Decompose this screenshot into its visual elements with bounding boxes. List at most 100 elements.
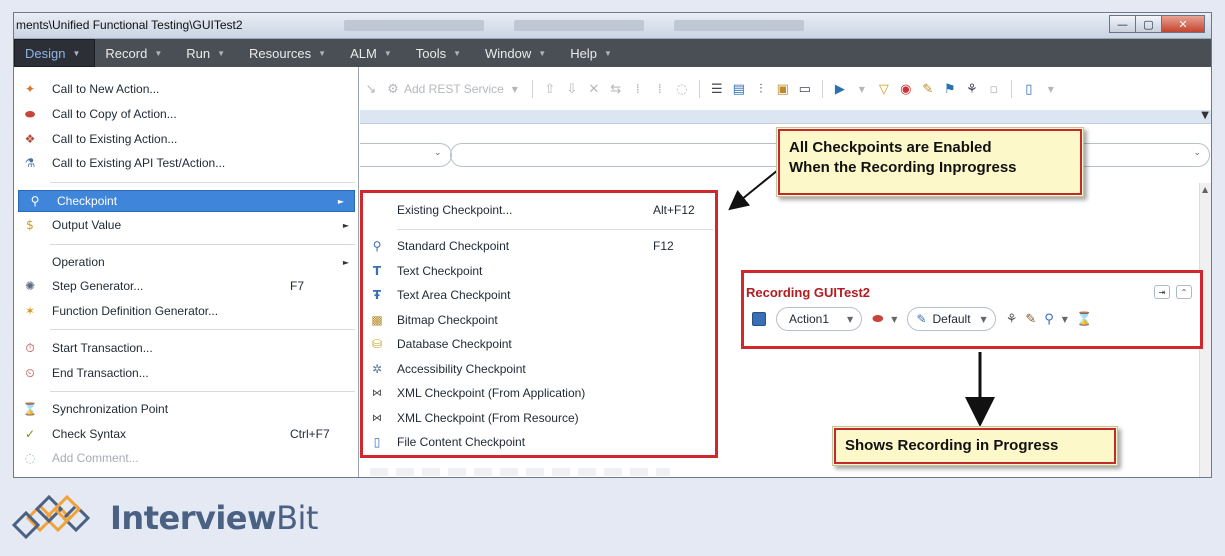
add-rest-service-button[interactable]: Add REST Service xyxy=(404,82,504,96)
logo-light-part: Bit xyxy=(276,499,318,537)
menu-operation[interactable]: Operation ► xyxy=(14,251,359,273)
menu-xml-checkpoint-application[interactable]: ⋈ XML Checkpoint (From Application) xyxy=(363,382,715,404)
menu-text-area-checkpoint[interactable]: Ŧ Text Area Checkpoint xyxy=(363,284,715,306)
menu-call-existing-action[interactable]: ❖ Call to Existing Action... xyxy=(14,128,359,150)
record-icon[interactable]: ◉ xyxy=(898,81,914,97)
menu-item-label: Database Checkpoint xyxy=(397,337,512,351)
menu-item-label: Output Value xyxy=(52,218,122,232)
chevron-down-icon: ▼ xyxy=(538,48,547,58)
menu-text-checkpoint[interactable]: T Text Checkpoint xyxy=(363,260,715,282)
web-service-icon[interactable]: ↘ xyxy=(363,81,379,97)
recording-mode-selector[interactable]: ✎ Default ▼ xyxy=(907,307,996,331)
settings-icon[interactable]: ⚑ xyxy=(942,81,958,97)
window-title: ments\Unified Functional Testing\GUITest… xyxy=(16,18,243,32)
menu-database-checkpoint[interactable]: ⛁ Database Checkpoint xyxy=(363,333,715,355)
menu-end-transaction[interactable]: ⏲ End Transaction... xyxy=(14,362,359,384)
menu-function-definition-generator[interactable]: ✶ Function Definition Generator... xyxy=(14,300,359,322)
table-icon[interactable]: ▤ xyxy=(731,81,747,97)
menu-accessibility-checkpoint[interactable]: ✲ Accessibility Checkpoint xyxy=(363,358,715,380)
function-generator-icon: ✶ xyxy=(24,304,36,318)
properties-icon[interactable]: ⫶ xyxy=(753,81,769,97)
menu-start-transaction[interactable]: ⏱ Start Transaction... xyxy=(14,337,359,359)
menu-item-label: Standard Checkpoint xyxy=(397,239,510,253)
checklist-icon[interactable]: ✎ xyxy=(920,81,936,97)
end-transaction-icon: ⏲ xyxy=(25,365,35,380)
delete-icon[interactable]: ✕ xyxy=(586,81,602,97)
action-selector[interactable]: Action1 ▼ xyxy=(776,307,863,331)
collapse-icon[interactable]: ⌃ xyxy=(1176,285,1192,299)
menu-checkpoint[interactable]: ⚲ Checkpoint ► xyxy=(18,190,355,212)
menu-bitmap-checkpoint[interactable]: ▩ Bitmap Checkpoint xyxy=(363,309,715,331)
menu-item-label: Add Comment... xyxy=(52,451,139,465)
stop-recording-button[interactable] xyxy=(752,312,766,326)
shortcut-label: Alt+F12 xyxy=(653,203,695,217)
checklist-icon[interactable]: ✎ xyxy=(1025,312,1036,327)
scroll-up-icon[interactable]: ▲ xyxy=(1202,185,1208,194)
menu-check-syntax[interactable]: ✓ Check Syntax Ctrl+F7 xyxy=(14,423,359,445)
menu-help[interactable]: Help ▼ xyxy=(560,39,626,67)
blank-icon[interactable]: ▫ xyxy=(986,81,1002,97)
menu-label: Help xyxy=(570,45,597,61)
object-combo[interactable]: ⌄ xyxy=(360,143,452,167)
menu-item-label: Checkpoint xyxy=(57,194,118,208)
menu-bar: Design ▼ Record ▼ Run ▼ Resources ▼ ALM ▼ Too… xyxy=(14,39,1211,67)
menu-window[interactable]: Window ▼ xyxy=(475,39,560,67)
sync-point-icon: ⌛ xyxy=(22,402,38,416)
menu-design[interactable]: Design ▼ xyxy=(14,39,96,67)
menu-call-new-action[interactable]: ✦ Call to New Action... xyxy=(14,78,359,100)
menu-alm[interactable]: ALM ▼ xyxy=(340,39,406,67)
dropdown-icon[interactable]: ▼ xyxy=(1201,110,1209,121)
menu-output-value[interactable]: $ Output Value ► xyxy=(14,214,359,236)
move-icon[interactable]: ⇆ xyxy=(608,81,624,97)
maximize-button[interactable]: ▢ xyxy=(1135,15,1161,33)
xml-resource-checkpoint-icon: ⋈ xyxy=(372,412,382,424)
menu-step-generator[interactable]: ✺ Step Generator... F7 xyxy=(14,275,359,297)
menu-file-content-checkpoint[interactable]: ▯ File Content Checkpoint xyxy=(363,431,715,453)
database-checkpoint-icon: ⛁ xyxy=(371,337,383,351)
menu-run[interactable]: Run ▼ xyxy=(176,39,239,67)
sync-point-icon[interactable]: ⌛ xyxy=(1076,312,1092,327)
menu-xml-checkpoint-resource[interactable]: ⋈ XML Checkpoint (From Resource) xyxy=(363,407,715,429)
submenu-arrow-icon: ► xyxy=(342,257,349,267)
menu-record[interactable]: Record ▼ xyxy=(95,39,176,67)
breakpoint-icon[interactable]: ▽ xyxy=(876,81,892,97)
object-repository-icon[interactable]: ▣ xyxy=(775,81,791,97)
operation-blank-icon xyxy=(22,254,38,270)
api-test-icon: ⚗ xyxy=(24,156,36,170)
menu-call-existing-api[interactable]: ⚗ Call to Existing API Test/Action... xyxy=(14,152,359,174)
down-icon[interactable]: ⇩ xyxy=(564,81,580,97)
checkpoint-icon[interactable]: ⚲ xyxy=(1044,312,1054,327)
menu-call-copy-action[interactable]: ⬬ Call to Copy of Action... xyxy=(14,103,359,125)
document-icon[interactable]: ▯ xyxy=(1021,81,1037,97)
menu-resources[interactable]: Resources ▼ xyxy=(239,39,340,67)
tree-icon[interactable]: ⚘ xyxy=(964,81,980,97)
text-checkpoint-icon: T xyxy=(372,264,382,278)
up-icon[interactable]: ⇧ xyxy=(542,81,558,97)
minimize-button[interactable]: — xyxy=(1109,15,1135,33)
menu-standard-checkpoint[interactable]: ⚲ Standard Checkpoint F12 xyxy=(363,235,715,257)
bitmap-checkpoint-icon: ▩ xyxy=(371,313,383,327)
title-bar: ments\Unified Functional Testing\GUITest… xyxy=(14,13,1211,39)
close-button[interactable]: ✕ xyxy=(1161,15,1205,33)
grid-icon[interactable]: ⁞ xyxy=(630,81,646,97)
submenu-arrow-icon: ► xyxy=(342,220,349,230)
menu-tools[interactable]: Tools ▼ xyxy=(406,39,475,67)
menu-label: Run xyxy=(186,45,211,61)
menu-synchronization-point[interactable]: ⌛ Synchronization Point xyxy=(14,398,359,420)
pin-icon[interactable]: ⇥ xyxy=(1154,285,1170,299)
menu-existing-checkpoint[interactable]: Existing Checkpoint... Alt+F12 xyxy=(363,199,715,221)
menu-separator xyxy=(50,182,355,183)
shortcut-label: Ctrl+F7 xyxy=(290,427,330,441)
menu-separator xyxy=(50,391,355,392)
standard-checkpoint-icon: ⚲ xyxy=(372,239,382,253)
object-spy-icon[interactable]: ▭ xyxy=(797,81,813,97)
menu-separator xyxy=(397,229,713,230)
grid-icon[interactable]: ⁞ xyxy=(652,81,668,97)
tree-icon[interactable]: ⚘ xyxy=(1006,312,1018,327)
refresh-icon[interactable]: ◌ xyxy=(674,81,690,97)
list-icon[interactable]: ☰ xyxy=(709,81,725,97)
copy-action-icon[interactable]: ⬬ xyxy=(872,312,883,327)
run-icon[interactable]: ▶ xyxy=(832,81,848,97)
callout-recording-progress: Shows Recording in Progress xyxy=(832,426,1118,466)
edit-mode-icon: ✎ xyxy=(916,312,927,326)
